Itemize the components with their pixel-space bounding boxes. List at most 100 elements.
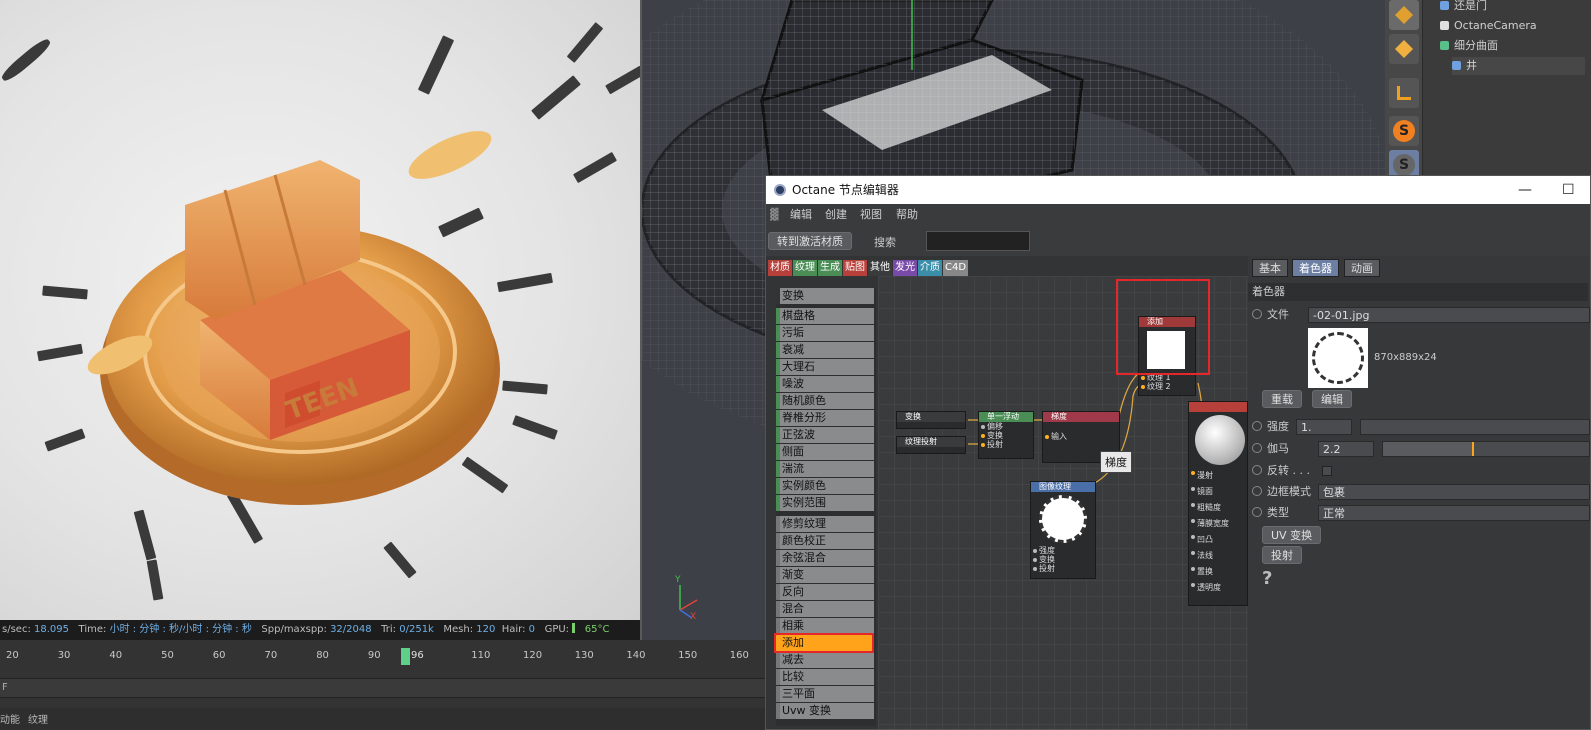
category-generate[interactable]: 生成: [818, 260, 842, 276]
node-input-input[interactable]: 输入: [1043, 432, 1119, 441]
category-emission[interactable]: 发光: [893, 260, 917, 276]
node-input-projection[interactable]: 投射: [979, 440, 1033, 449]
node-list-item[interactable]: 湍流: [776, 461, 874, 477]
tab-animation[interactable]: 动画: [1344, 259, 1380, 277]
node-list-item[interactable]: 噪波: [776, 376, 874, 392]
node-list-item[interactable]: 衰减: [776, 342, 874, 358]
tree-item-subdivision[interactable]: 细分曲面: [1440, 37, 1498, 55]
type-select[interactable]: 正常: [1318, 505, 1590, 521]
node-list-item[interactable]: 脊椎分形: [776, 410, 874, 426]
node-list-item[interactable]: 修剪纹理: [776, 516, 874, 532]
node-list-item[interactable]: 反向: [776, 584, 874, 600]
category-map[interactable]: 贴图: [843, 260, 867, 276]
render-view[interactable]: TEEN: [0, 0, 640, 620]
node-list-item[interactable]: 污垢: [776, 325, 874, 341]
node-input-row[interactable]: 法线: [1189, 548, 1247, 564]
animate-toggle[interactable]: [1252, 465, 1262, 475]
animate-toggle[interactable]: [1252, 421, 1262, 431]
invert-checkbox[interactable]: [1322, 466, 1332, 476]
node-list-item[interactable]: 混合: [776, 601, 874, 617]
animate-toggle[interactable]: [1252, 486, 1262, 496]
menu-help[interactable]: 帮助: [896, 204, 918, 226]
tree-item-camera[interactable]: OctaneCamera: [1440, 17, 1537, 35]
node-list-item[interactable]: 减去: [776, 652, 874, 668]
node-input-row[interactable]: 薄膜宽度: [1189, 516, 1247, 532]
window-title-bar[interactable]: Octane 节点编辑器 — ☐: [766, 176, 1590, 204]
category-medium[interactable]: 介质: [918, 260, 942, 276]
category-texture[interactable]: 纹理: [793, 260, 817, 276]
animate-toggle[interactable]: [1252, 443, 1262, 453]
tree-item-well[interactable]: 井: [1452, 57, 1585, 75]
bend-tool-button[interactable]: [1389, 78, 1419, 108]
track-bar[interactable]: F: [0, 678, 765, 698]
node-input-row[interactable]: 粗糙度: [1189, 500, 1247, 516]
reload-button[interactable]: 重载: [1262, 390, 1302, 408]
go-to-active-material-button[interactable]: 转到激活材质: [768, 232, 852, 250]
border-mode-select[interactable]: 包裹: [1318, 484, 1590, 500]
minimize-icon[interactable]: —: [1518, 176, 1532, 204]
node-list-item[interactable]: 颜色校正: [776, 533, 874, 549]
cube-tool-button[interactable]: [1389, 0, 1419, 30]
node-list-item[interactable]: 实例范围: [776, 495, 874, 511]
menu-edit[interactable]: 编辑: [790, 204, 812, 226]
category-other[interactable]: 其他: [868, 260, 892, 276]
node-input-row[interactable]: 透明度: [1189, 580, 1247, 596]
node-list-item[interactable]: 渐变: [776, 567, 874, 583]
node-input-row[interactable]: 凹凸: [1189, 532, 1247, 548]
node-input-texture2[interactable]: 纹理 2: [1139, 382, 1195, 391]
node-transform[interactable]: 变换: [896, 411, 966, 429]
timeline-playhead[interactable]: [401, 648, 410, 665]
category-c4d[interactable]: C4D: [943, 260, 969, 276]
category-material[interactable]: 材质: [768, 260, 792, 276]
tree-item-door[interactable]: 还是门: [1440, 0, 1487, 15]
tab-basic[interactable]: 基本: [1252, 259, 1288, 277]
node-list[interactable]: 变换棋盘格 污垢 衰减 大理石 噪波 随机颜色 脊椎分形 正弦波 侧面 湍流 实例颜色 实例范围修剪纹…: [774, 288, 876, 726]
node-input-transform[interactable]: 变换: [1031, 555, 1095, 564]
tab-shader[interactable]: 着色器: [1292, 259, 1339, 277]
projection-button[interactable]: 投射: [1262, 546, 1302, 564]
frame-ruler[interactable]: 2030405060708090100110120130140150160: [0, 645, 765, 667]
menu-view[interactable]: 视图: [860, 204, 882, 226]
node-image-texture[interactable]: 图像纹理 强度 变换 投射: [1030, 481, 1096, 579]
node-list-item[interactable]: 侧面: [776, 444, 874, 460]
octane-s-button[interactable]: S: [1389, 116, 1419, 146]
node-list-item[interactable]: 比较: [776, 669, 874, 685]
node-material[interactable]: 漫射 镜面 粗糙度 薄膜宽度 凹凸 法线 置换 透明度: [1188, 401, 1248, 606]
animate-toggle[interactable]: [1252, 309, 1262, 319]
tab-texture[interactable]: 纹理: [28, 711, 48, 726]
node-list-item[interactable]: 正弦波: [776, 427, 874, 443]
tab-dynamics[interactable]: 动能: [0, 711, 20, 726]
node-list-item[interactable]: 相乘: [776, 618, 874, 634]
node-list-item[interactable]: 随机颜色: [776, 393, 874, 409]
file-path-field[interactable]: -02-01.jpg: [1308, 307, 1590, 323]
power-field[interactable]: 1.: [1296, 419, 1352, 435]
node-list-item[interactable]: 余弦混合: [776, 550, 874, 566]
menu-create[interactable]: 创建: [825, 204, 847, 226]
node-input-projection[interactable]: 投射: [1031, 564, 1095, 573]
node-projection[interactable]: 纹理投射: [896, 436, 966, 454]
node-input-transform[interactable]: 变换: [979, 431, 1033, 440]
uv-transform-button[interactable]: UV 变换: [1262, 526, 1322, 544]
search-input[interactable]: [926, 231, 1030, 251]
node-list-item[interactable]: 变换: [776, 288, 874, 304]
node-list-item[interactable]: 实例颜色: [776, 478, 874, 494]
cube-tool-button-2[interactable]: [1389, 34, 1419, 64]
power-slider[interactable]: [1360, 419, 1590, 435]
node-list-item[interactable]: 三平面: [776, 686, 874, 702]
help-icon[interactable]: ?: [1262, 568, 1272, 589]
node-list-item[interactable]: Uvw 变换: [776, 703, 874, 719]
node-graph-canvas[interactable]: 添加 纹理 1 纹理 2 变换 纹理投射 单一浮动 偏移 变换 投射 梯度 输入…: [878, 276, 1248, 729]
node-input-power[interactable]: 强度: [1031, 546, 1095, 555]
node-input-offset[interactable]: 偏移: [979, 422, 1033, 431]
animate-toggle[interactable]: [1252, 507, 1262, 517]
node-list-item[interactable]: 大理石: [776, 359, 874, 375]
maximize-icon[interactable]: ☐: [1562, 176, 1575, 204]
gamma-field[interactable]: 2.2: [1318, 441, 1374, 457]
node-input-row[interactable]: 置换: [1189, 564, 1247, 580]
node-list-item[interactable]: 棋盘格: [776, 308, 874, 324]
edit-button[interactable]: 编辑: [1312, 390, 1352, 408]
node-input-row[interactable]: 镜面: [1189, 484, 1247, 500]
node-input-row[interactable]: 漫射: [1189, 468, 1247, 484]
node-float[interactable]: 单一浮动 偏移 变换 投射: [978, 411, 1034, 459]
gamma-slider[interactable]: [1382, 441, 1590, 457]
